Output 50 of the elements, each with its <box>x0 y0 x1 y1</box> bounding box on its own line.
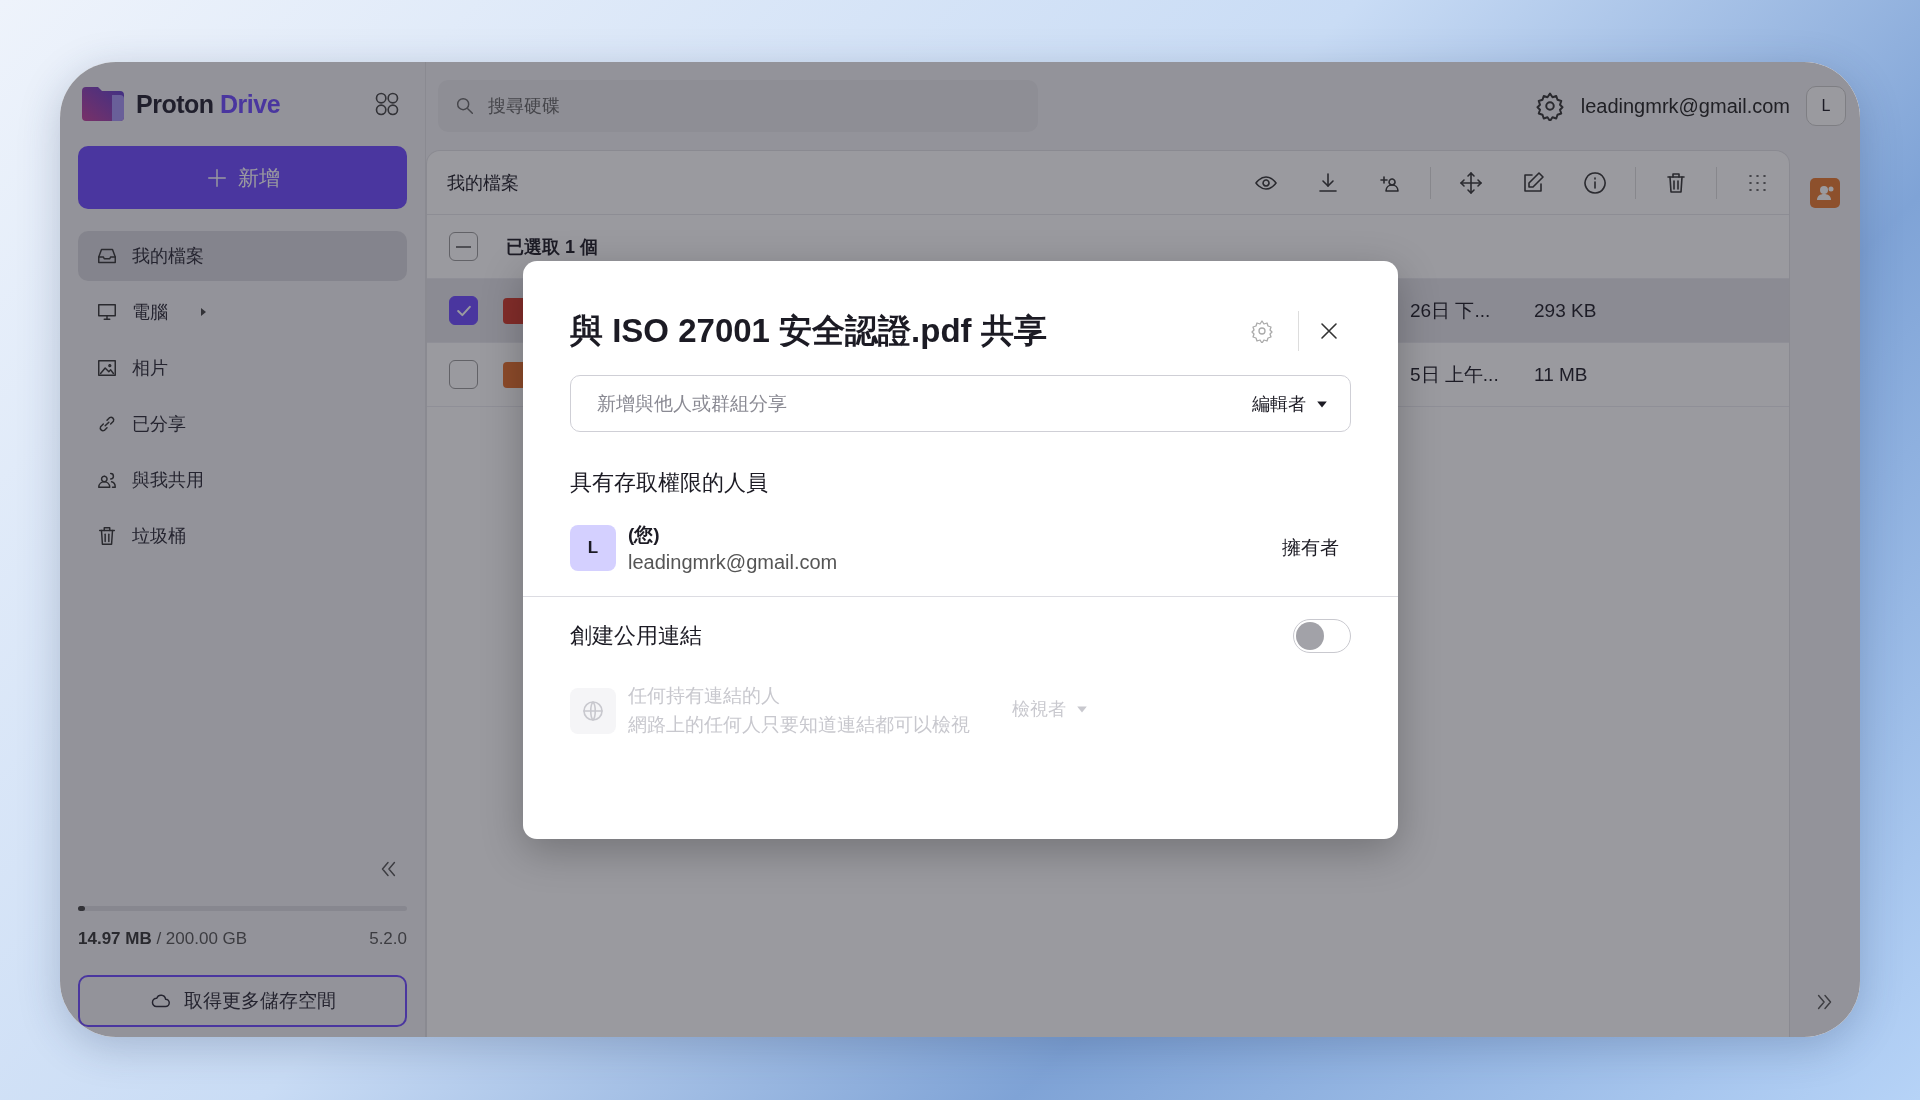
row-checkbox[interactable] <box>449 296 478 325</box>
account-avatar[interactable]: L <box>1806 86 1846 126</box>
plus-icon <box>205 166 228 189</box>
file-size: 293 KB <box>1534 299 1598 322</box>
section-heading: 具有存取權限的人員 <box>570 469 769 497</box>
member-avatar: L <box>570 525 616 571</box>
move-icon[interactable] <box>1459 170 1483 195</box>
folder-logo-icon <box>82 87 124 121</box>
modified-date: 26日 下... <box>1409 298 1492 323</box>
version-number: 5.2.0 <box>369 929 407 949</box>
row-checkbox[interactable] <box>449 360 478 389</box>
selection-count: 已選取 1 個 <box>506 235 598 259</box>
folder-title: 我的檔案 <box>447 171 519 195</box>
nav-item[interactable]: 已分享 <box>78 399 407 449</box>
member-role: 擁有者 <box>1282 536 1339 560</box>
toggle-switch[interactable] <box>1293 619 1351 653</box>
nav-item[interactable]: 垃圾桶 <box>78 511 407 561</box>
search-field[interactable]: 搜尋硬碟 <box>438 80 1038 132</box>
storage-usage: 14.97 MB / 200.00 GB <box>78 929 248 949</box>
get-storage-button[interactable]: 取得更多儲存空間 <box>78 975 407 1027</box>
account-email[interactable]: leadingmrk@gmail.com <box>1580 94 1790 118</box>
file-size: 11 MB <box>1534 363 1589 386</box>
nav-item[interactable]: 我的檔案 <box>78 231 407 281</box>
caret-icon[interactable] <box>198 307 208 317</box>
dialog-title: 與 ISO 27001 安全認證.pdf 共享 <box>570 310 1047 351</box>
public-link-label: 創建公用連結 <box>570 622 702 650</box>
share-input-field[interactable]: 新增與他人或群組分享 編輯者 <box>570 375 1351 432</box>
shared-people-icon[interactable] <box>1810 178 1840 208</box>
search-icon <box>454 95 476 117</box>
modified-date: 5日 上午... <box>1409 362 1500 387</box>
image-icon <box>96 357 118 379</box>
new-button[interactable]: 新增 <box>78 146 407 209</box>
select-all-checkbox[interactable] <box>449 232 478 261</box>
settings-icon[interactable] <box>1250 319 1274 343</box>
info-icon[interactable] <box>1583 170 1607 195</box>
nav-item[interactable]: 與我共用 <box>78 455 407 505</box>
settings-icon[interactable] <box>1534 91 1565 121</box>
edit-icon[interactable] <box>1521 170 1545 195</box>
apps-grid-icon[interactable] <box>373 90 401 118</box>
globe-icon <box>570 687 616 734</box>
trash-icon[interactable] <box>1664 170 1688 195</box>
nav-item[interactable]: 相片 <box>78 343 407 393</box>
app-name: Proton Drive <box>136 89 281 119</box>
monitor-icon <box>96 301 118 323</box>
trash-icon <box>96 525 118 547</box>
role-dropdown[interactable]: 編輯者 <box>1252 391 1328 416</box>
member-email: leadingmrk@gmail.com <box>628 551 838 574</box>
nav-item[interactable]: 電腦 <box>78 287 407 337</box>
download-icon[interactable] <box>1316 170 1340 195</box>
member-name: (您) <box>628 523 661 547</box>
